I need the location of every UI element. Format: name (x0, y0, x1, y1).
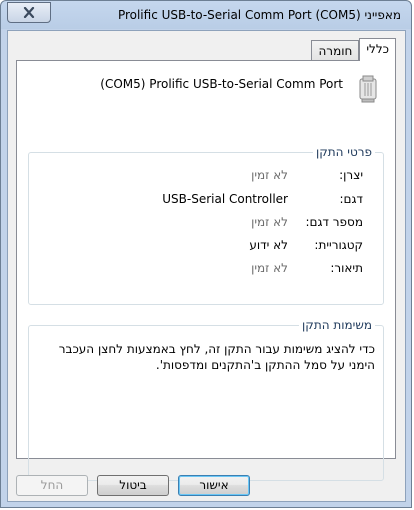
apply-button[interactable]: החל (16, 475, 88, 496)
detail-value: לא זמין (251, 261, 288, 275)
detail-value: לא זמין (251, 215, 288, 229)
device-tasks-label: משימות התקן (299, 318, 375, 332)
detail-label: יצרן: (339, 168, 363, 182)
detail-row-manufacturer: יצרן: לא זמין (29, 168, 383, 184)
properties-window: מאפייני (COM5) Prolific USB-to-Serial Co… (0, 0, 412, 508)
cancel-button[interactable]: ביטול (97, 475, 169, 496)
detail-row-category: קטגוריית: לא ידוע (29, 238, 383, 254)
device-icon (359, 75, 377, 103)
detail-value: לא ידוע (249, 238, 288, 252)
tab-hardware[interactable]: חומרה (311, 40, 360, 61)
detail-label: תיאור: (330, 261, 363, 275)
ok-button[interactable]: אישור (178, 475, 250, 496)
close-icon (23, 7, 35, 18)
device-tasks-group: משימות התקן כדי להציג משימות עבור התקן ז… (28, 318, 384, 481)
window-title: מאפייני (COM5) Prolific USB-to-Serial Co… (117, 8, 401, 22)
tab-general[interactable]: כללי (359, 38, 396, 61)
detail-label: מספר דגם: (305, 215, 363, 229)
tab-strip: כללי חומרה (311, 38, 396, 61)
title-bar[interactable]: מאפייני (COM5) Prolific USB-to-Serial Co… (1, 1, 411, 31)
close-button[interactable] (7, 2, 51, 23)
device-details-group: פרטי התקן יצרן: לא זמין דגם: USB-Serial … (28, 145, 384, 305)
general-panel: (COM5) Prolific USB-to-Serial Comm Port … (16, 60, 396, 481)
detail-row-model-number: מספר דגם: לא זמין (29, 215, 383, 231)
detail-label: דגם: (339, 192, 363, 206)
dialog-client: כללי חומרה (COM5) Prolific USB-to-Serial… (7, 30, 406, 502)
detail-value: USB-Serial Controller (162, 192, 288, 206)
device-tasks-text: כדי להציג משימות עבור התקן זה, לחץ באמצע… (58, 342, 375, 372)
detail-value: לא זמין (251, 168, 288, 182)
detail-label: קטגוריית: (314, 238, 363, 252)
detail-row-description: תיאור: לא זמין (29, 261, 383, 277)
device-details-label: פרטי התקן (312, 145, 375, 159)
device-name: (COM5) Prolific USB-to-Serial Comm Port (100, 77, 343, 91)
detail-row-model: דגם: USB-Serial Controller (29, 192, 383, 208)
